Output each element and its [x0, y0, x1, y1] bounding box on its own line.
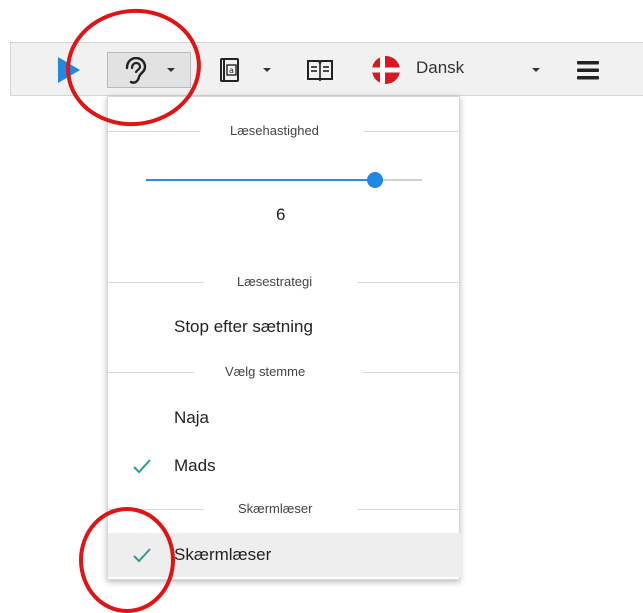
screen-reader-option-label: Skærmlæser	[174, 545, 272, 564]
reading-view-button[interactable]	[303, 53, 337, 87]
voice-option-mads[interactable]: Mads	[108, 444, 461, 488]
voice-option-label: Naja	[174, 408, 209, 427]
reading-speed-value: 6	[276, 205, 286, 224]
screen-reader-heading: Skærmlæser	[238, 501, 313, 516]
checkmark-icon	[133, 548, 151, 563]
hamburger-menu-icon	[577, 61, 599, 80]
dictionary-button[interactable]: a	[213, 53, 247, 87]
section-header-voice: Vælg stemme	[108, 362, 461, 382]
danish-flag-icon[interactable]	[371, 55, 401, 85]
slider-thumb[interactable]	[367, 172, 384, 188]
svg-text:a: a	[229, 66, 234, 75]
listen-settings-dropdown: Læsehastighed 6 Læsestrategi Stop efter …	[107, 96, 461, 580]
language-dropdown-caret[interactable]	[529, 61, 543, 79]
slider-fill	[146, 179, 376, 181]
section-header-screen-reader: Skærmlæser	[108, 499, 461, 519]
toolbar: a Dansk	[10, 42, 643, 96]
voice-heading: Vælg stemme	[225, 364, 306, 379]
play-button[interactable]	[51, 54, 85, 86]
checkmark-icon	[133, 459, 151, 474]
voice-option-naja[interactable]: Naja	[108, 396, 461, 440]
language-label[interactable]: Dansk	[416, 58, 464, 78]
play-icon	[58, 57, 80, 83]
main-menu-button[interactable]	[571, 53, 605, 87]
reading-strategy-option[interactable]: Stop efter sætning	[108, 305, 461, 349]
reading-strategy-heading: Læsestrategi	[237, 274, 313, 289]
reading-speed-slider[interactable]	[146, 172, 422, 188]
screen-reader-option[interactable]: Skærmlæser	[108, 533, 461, 577]
section-header-reading-strategy: Læsestrategi	[108, 272, 461, 292]
reading-strategy-option-label: Stop efter sætning	[174, 317, 313, 336]
dictionary-icon: a	[220, 58, 239, 82]
chevron-down-icon	[167, 68, 175, 72]
book-icon	[307, 60, 333, 82]
chevron-down-icon	[263, 68, 271, 72]
dictionary-dropdown-caret[interactable]	[260, 61, 274, 79]
chevron-down-icon	[532, 68, 540, 72]
voice-option-label: Mads	[174, 456, 216, 475]
listen-settings-button[interactable]	[107, 52, 191, 88]
reading-speed-heading: Læsehastighed	[230, 123, 319, 138]
section-header-reading-speed: Læsehastighed	[108, 121, 461, 141]
ear-icon	[125, 57, 147, 84]
